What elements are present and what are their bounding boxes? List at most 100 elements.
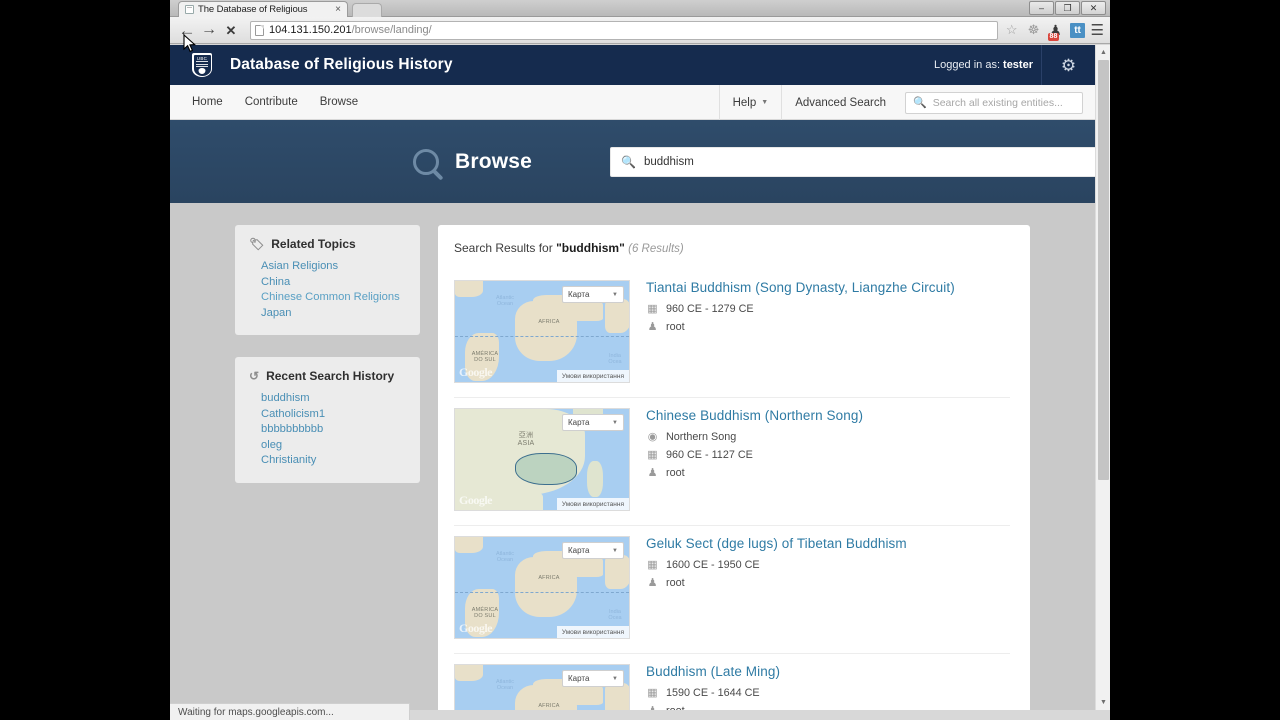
nav-help-label: Help xyxy=(732,96,757,109)
result-region-text: Northern Song xyxy=(666,431,737,443)
search-icon: 🔍 xyxy=(913,97,927,109)
map-type-label: Карта xyxy=(568,674,590,683)
result-title-link[interactable]: Chinese Buddhism (Northern Song) xyxy=(646,408,1010,423)
map-type-select[interactable]: Карта ▼ xyxy=(562,414,624,431)
calendar-icon: ▦ xyxy=(647,686,658,699)
global-search-box[interactable]: 🔍 xyxy=(905,91,1083,114)
url-path: /browse/landing/ xyxy=(351,24,432,36)
result-title-link[interactable]: Geluk Sect (dge lugs) of Tibetan Buddhis… xyxy=(646,536,1010,551)
list-item: Asian Religions xyxy=(261,259,406,275)
map-terms-link[interactable]: Умови використання xyxy=(556,498,629,510)
settings-button[interactable]: ⚙ xyxy=(1041,45,1095,85)
result-row[interactable]: 亞洲 ASIA Google Карта ▼ Умови використанн… xyxy=(454,398,1010,526)
forward-arrow-icon[interactable]: → xyxy=(198,19,220,41)
related-topic-link[interactable]: Chinese Common Religions xyxy=(261,290,406,306)
result-author: ♟ root xyxy=(646,321,1010,333)
scroll-down-arrow-icon[interactable]: ▼ xyxy=(1096,695,1110,710)
browser-toolbar: ← → ✕ 104.131.150.201 /browse/landing/ ☆… xyxy=(170,17,1110,44)
search-history-link[interactable]: buddhism xyxy=(261,391,406,407)
browse-search-box[interactable]: 🔍 xyxy=(610,146,1095,177)
recent-search-history-header: ↺ Recent Search History xyxy=(249,369,406,383)
map-terms-link[interactable]: Умови використання xyxy=(556,370,629,382)
result-row[interactable]: Atlantic Ocean AFRICA AMÉRICA DO SUL Ind… xyxy=(454,270,1010,398)
primary-nav: Home Contribute Browse xyxy=(170,85,358,119)
scroll-up-arrow-icon[interactable]: ▲ xyxy=(1096,45,1110,60)
nav-item-browse[interactable]: Browse xyxy=(320,96,358,108)
nav-item-advanced-search[interactable]: Advanced Search xyxy=(781,85,899,120)
search-history-link[interactable]: bbbbbbbbbb xyxy=(261,422,406,438)
logged-in-username: tester xyxy=(1003,59,1033,71)
chevron-down-icon: ▼ xyxy=(612,419,618,426)
related-topic-link[interactable]: Asian Religions xyxy=(261,259,406,275)
map-terms-link[interactable]: Умови використання xyxy=(556,626,629,638)
result-title-link[interactable]: Buddhism (Late Ming) xyxy=(646,664,1010,679)
browser-window: The Database of Religious × – ❐ ✕ ← → ✕ … xyxy=(170,0,1110,720)
list-item: bbbbbbbbbb xyxy=(261,422,406,438)
map-label-south-america: AMÉRICA DO SUL xyxy=(471,351,499,363)
url-host: 104.131.150.201 xyxy=(269,24,352,36)
nav-item-help[interactable]: Help ▼ xyxy=(718,85,782,120)
extension-puzzle-icon[interactable]: ☸ xyxy=(1023,20,1045,40)
map-type-select[interactable]: Карта ▼ xyxy=(562,542,624,559)
browse-search-input[interactable] xyxy=(643,155,1089,168)
recent-search-history-panel: ↺ Recent Search History buddhism Catholi… xyxy=(235,357,420,483)
search-history-link[interactable]: oleg xyxy=(261,438,406,454)
extension-person-icon[interactable]: ♟ 88 xyxy=(1045,20,1067,41)
stop-loading-icon[interactable]: ✕ xyxy=(220,19,242,41)
maximize-button[interactable]: ❐ xyxy=(1055,1,1080,15)
extension-badge-count: 88 xyxy=(1047,33,1060,41)
result-author-text: root xyxy=(666,467,685,479)
browser-menu-icon[interactable]: ☰ xyxy=(1091,21,1104,39)
window-controls: – ❐ ✕ xyxy=(1029,1,1106,15)
google-watermark: Google xyxy=(459,621,493,635)
status-text: Waiting for maps.googleapis.com... xyxy=(178,706,334,718)
map-label-indian-ocean: India Ocea xyxy=(608,353,622,365)
results-count: (6 Results) xyxy=(628,243,684,255)
result-author: ♟ root xyxy=(646,467,1010,479)
site-title: Database of Religious History xyxy=(230,56,453,73)
address-bar[interactable]: 104.131.150.201 /browse/landing/ xyxy=(250,20,998,40)
tab-close-icon[interactable]: × xyxy=(333,4,343,15)
status-bar: Waiting for maps.googleapis.com... xyxy=(170,703,410,720)
user-icon: ♟ xyxy=(647,320,658,333)
chevron-down-icon: ▼ xyxy=(612,675,618,682)
result-map-thumbnail[interactable]: 亞洲 ASIA Google Карта ▼ Умови використанн… xyxy=(454,408,630,511)
site-navbar: Home Contribute Browse Help ▼ Advanced S… xyxy=(170,85,1095,120)
search-history-link[interactable]: Catholicism1 xyxy=(261,407,406,423)
result-title-link[interactable]: Tiantai Buddhism (Song Dynasty, Liangzhe… xyxy=(646,280,1010,295)
browser-tab[interactable]: The Database of Religious × xyxy=(178,1,348,17)
logged-in-status: Logged in as: tester xyxy=(934,45,1033,85)
ubc-shield-logo-icon: UBC xyxy=(192,53,212,77)
results-heading-prefix: Search Results for xyxy=(454,241,553,255)
related-topic-link[interactable]: China xyxy=(261,275,406,291)
result-row[interactable]: Atlantic Ocean AFRICA AMÉRICA DO SUL Ind… xyxy=(454,526,1010,654)
page-scrollbar[interactable]: ▲ ▼ xyxy=(1095,45,1110,710)
global-search-input[interactable] xyxy=(932,96,1075,109)
related-topic-link[interactable]: Japan xyxy=(261,306,406,322)
result-map-thumbnail[interactable]: Atlantic Ocean AFRICA AMÉRICA DO SUL Ind… xyxy=(454,536,630,639)
bookmark-star-icon[interactable]: ☆ xyxy=(1006,22,1018,38)
window-close-button[interactable]: ✕ xyxy=(1081,1,1106,15)
map-label-atlantic: Atlantic Ocean xyxy=(495,295,515,307)
google-watermark: Google xyxy=(459,365,493,379)
extension-blue-icon[interactable]: tt xyxy=(1067,20,1089,40)
result-map-thumbnail[interactable]: Atlantic Ocean AFRICA AMÉRICA DO SUL Ind… xyxy=(454,664,630,710)
search-history-link[interactable]: Christianity xyxy=(261,453,406,469)
search-results-heading: Search Results for "buddhism" (6 Results… xyxy=(454,241,1010,255)
scrollbar-thumb[interactable] xyxy=(1098,60,1109,480)
left-letterbox xyxy=(0,0,170,720)
history-icon: ↺ xyxy=(249,369,260,383)
list-item: Catholicism1 xyxy=(261,407,406,423)
user-icon: ♟ xyxy=(646,705,659,710)
recent-search-history-title: Recent Search History xyxy=(266,369,395,383)
result-row[interactable]: Atlantic Ocean AFRICA AMÉRICA DO SUL Ind… xyxy=(454,654,1010,710)
nav-item-home[interactable]: Home xyxy=(192,96,223,108)
map-type-select[interactable]: Карта ▼ xyxy=(562,670,624,687)
nav-item-contribute[interactable]: Contribute xyxy=(245,96,298,108)
minimize-button[interactable]: – xyxy=(1029,1,1054,15)
map-type-select[interactable]: Карта ▼ xyxy=(562,286,624,303)
site-header: UBC Database of Religious History Logged… xyxy=(170,45,1095,85)
page-content: 🏷 Related Topics Asian Religions China C… xyxy=(170,203,1095,710)
result-map-thumbnail[interactable]: Atlantic Ocean AFRICA AMÉRICA DO SUL Ind… xyxy=(454,280,630,383)
new-tab-button[interactable] xyxy=(352,3,382,17)
